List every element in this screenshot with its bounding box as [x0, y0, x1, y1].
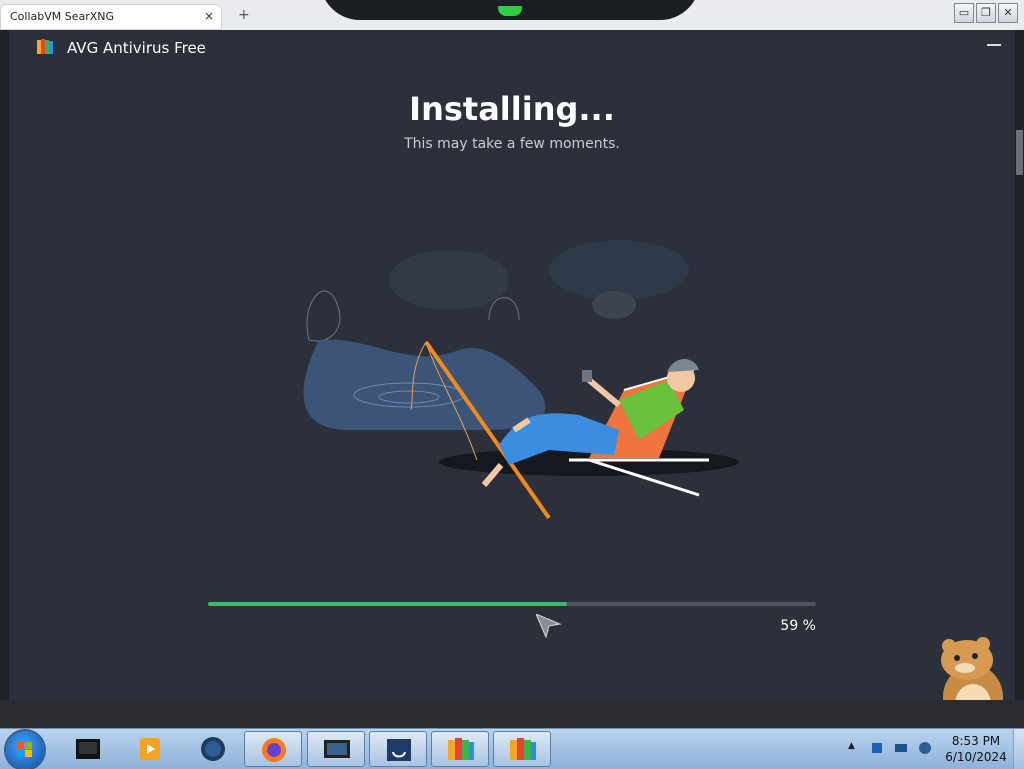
taskbar-firefox[interactable] [244, 731, 302, 767]
tab-close-icon[interactable]: × [204, 9, 214, 23]
taskbar-screen[interactable] [307, 731, 365, 767]
restore-button[interactable]: ❐ [976, 3, 996, 23]
install-heading: Installing... [409, 90, 615, 128]
tray-display-icon[interactable] [894, 741, 908, 755]
vlc-icon [140, 738, 160, 760]
scroll-thumb[interactable] [1016, 130, 1023, 175]
vm-toolbar-handle[interactable] [320, 0, 700, 20]
globe-icon [201, 737, 225, 761]
taskbar-media-player[interactable] [60, 731, 118, 767]
window-controls: ▭ ❐ ✕ [954, 3, 1018, 23]
clock-date[interactable]: 6/10/2024 [942, 750, 1010, 764]
taskbar-avg-2[interactable] [493, 731, 551, 767]
minimize-button[interactable]: ▭ [954, 3, 974, 23]
right-scrollbar[interactable] [1015, 30, 1024, 700]
app-minimize-icon[interactable] [987, 44, 1001, 46]
browser-tab-strip: CollabVM SearXNG × + ▭ ❐ ✕ [0, 0, 1024, 30]
windows-flag-icon [17, 742, 32, 757]
new-tab-button[interactable]: + [238, 7, 250, 23]
avg-icon [448, 738, 474, 760]
close-button[interactable]: ✕ [998, 3, 1018, 23]
taskbar-globe[interactable] [184, 731, 242, 767]
avg-logo-icon [37, 39, 53, 54]
app-title: AVG Antivirus Free [67, 39, 206, 57]
tray-network-icon[interactable] [870, 741, 884, 755]
taskbar-installer[interactable] [369, 731, 427, 767]
vm-status-indicator [498, 6, 522, 16]
taskbar-avg-1[interactable] [431, 731, 489, 767]
left-background-strip [0, 30, 9, 700]
browser-tab[interactable]: CollabVM SearXNG × [0, 4, 222, 30]
install-progress-bar [208, 602, 816, 606]
clock-time[interactable]: 8:53 PM [942, 734, 1010, 748]
mouse-cursor-icon [536, 614, 562, 638]
install-subheading: This may take a few moments. [404, 136, 620, 152]
avg-installer-window: AVG Antivirus Free Installing... This ma… [9, 30, 1015, 729]
tray-expand-icon[interactable]: ▲ [848, 741, 855, 751]
installer-icon [387, 739, 411, 761]
taskbar-vlc[interactable] [122, 731, 180, 767]
firefox-icon [262, 738, 286, 762]
system-tray: ▲ 8:53 PM 6/10/2024 [842, 729, 1024, 769]
progress-percent-label: 59 % [780, 618, 816, 634]
start-button[interactable] [6, 731, 44, 769]
show-desktop-button[interactable] [1013, 729, 1024, 769]
relaxing-fisherman-illustration [303, 240, 739, 520]
avg-icon [510, 738, 536, 760]
tab-title: CollabVM SearXNG [10, 10, 115, 23]
taskbar: ▲ 8:53 PM 6/10/2024 [0, 728, 1024, 769]
media-player-icon [76, 739, 100, 759]
progress-fill [208, 602, 567, 606]
bottom-background-strip [0, 700, 1024, 728]
tray-volume-icon[interactable] [918, 741, 932, 755]
screen-icon [324, 740, 350, 758]
